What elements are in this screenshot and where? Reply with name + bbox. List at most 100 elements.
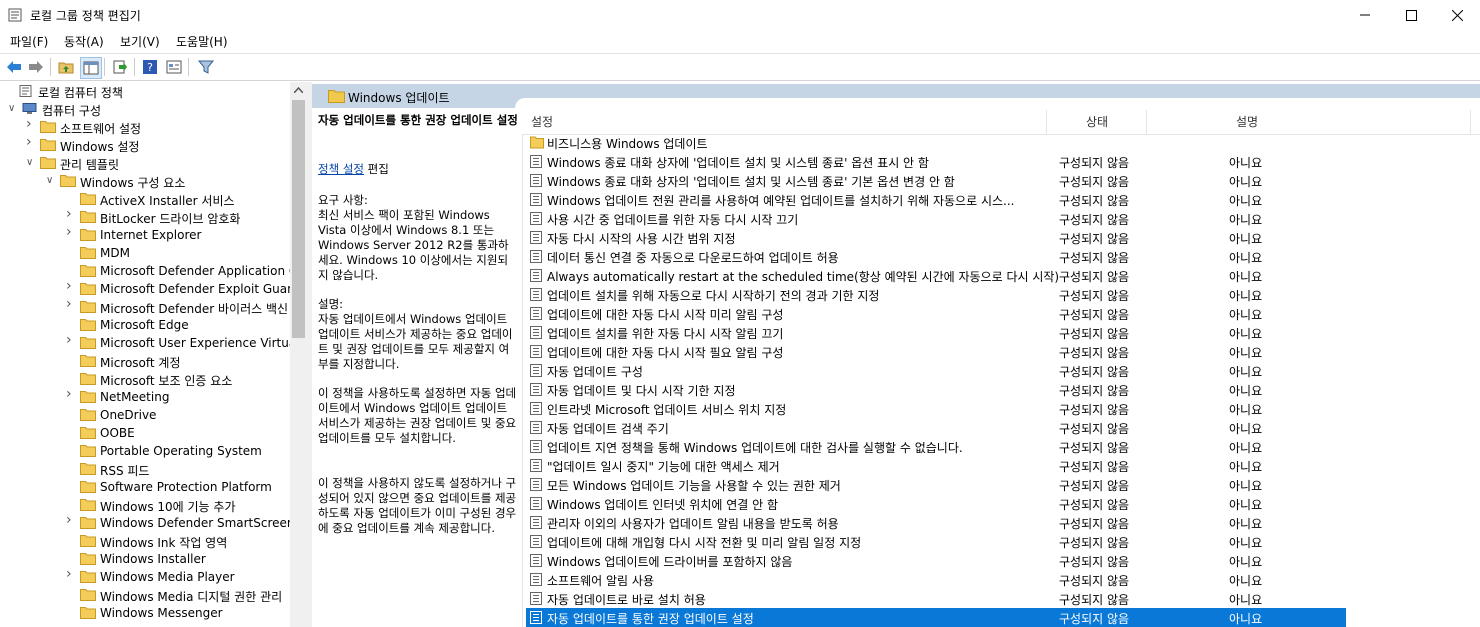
column-comment[interactable]: 설명 — [1236, 113, 1258, 130]
edit-policy-link[interactable]: 정책 설정 — [318, 162, 364, 176]
tree-item[interactable]: ∨ 관리 템플릿 — [0, 154, 290, 172]
policy-row[interactable]: Windows 종료 대화 상자의 '업데이트 설치 및 시스템 종료' 기본 … — [526, 171, 1346, 190]
policy-row[interactable]: Windows 업데이트 인터넷 위치에 연결 안 함 구성되지 않음 아니요 — [526, 494, 1346, 513]
folder-icon — [80, 229, 96, 241]
policy-row[interactable]: Windows 종료 대화 상자에 '업데이트 설치 및 시스템 종료' 옵션 … — [526, 152, 1346, 171]
folder-icon — [80, 517, 96, 529]
policy-row[interactable]: 업데이트 지연 정책을 통해 Windows 업데이트에 대한 검사를 실행할 … — [526, 437, 1346, 456]
column-setting[interactable]: 설정 — [531, 113, 553, 130]
tree-item[interactable]: › Microsoft Defender Exploit Guard — [0, 280, 290, 298]
tree-item[interactable]: › 소프트웨어 설정 — [0, 118, 290, 136]
chevron-down-icon[interactable]: ∨ — [8, 103, 18, 115]
filter-button[interactable] — [196, 57, 216, 77]
policy-row[interactable]: 자동 다시 시작의 사용 시간 범위 지정 구성되지 않음 아니요 — [526, 228, 1346, 247]
tree-item[interactable]: › NetMeeting — [0, 388, 290, 406]
tree-item[interactable]: OOBE — [0, 424, 290, 442]
policy-row[interactable]: 자동 업데이트 및 다시 시작 기한 지정 구성되지 않음 아니요 — [526, 380, 1346, 399]
policy-row[interactable]: 모든 Windows 업데이트 기능을 사용할 수 있는 권한 제거 구성되지 않… — [526, 475, 1346, 494]
policy-row[interactable]: 데이터 통신 연결 중 자동으로 다운로드하여 업데이트 허용 구성되지 않음 아니… — [526, 247, 1346, 266]
tree-item[interactable]: Windows Messenger — [0, 604, 290, 622]
chevron-right-icon[interactable]: › — [66, 514, 76, 527]
policy-comment: 아니요 — [1229, 422, 1263, 436]
tree-item[interactable]: ∨ Windows 구성 요소 — [0, 172, 290, 190]
policy-row[interactable]: Windows 업데이트에 드라이버를 포함하지 않음 구성되지 않음 아니요 — [526, 551, 1346, 570]
tree-item[interactable]: 로컬 컴퓨터 정책 — [0, 82, 290, 100]
policy-row[interactable]: 인트라넷 Microsoft 업데이트 서비스 위치 지정 구성되지 않음 아니요 — [526, 399, 1346, 418]
tree-item[interactable]: Software Protection Platform — [0, 478, 290, 496]
tree-item-label: NetMeeting — [100, 390, 170, 404]
chevron-right-icon[interactable]: › — [66, 208, 76, 221]
back-button[interactable] — [4, 57, 24, 77]
tree-item[interactable]: › Windows Defender SmartScreen — [0, 514, 290, 532]
policy-row[interactable]: Always automatically restart at the sche… — [526, 266, 1346, 285]
export-list-button[interactable] — [110, 57, 130, 77]
policy-setting-icon — [530, 554, 542, 567]
column-state[interactable]: 상태 — [1086, 113, 1108, 130]
tree-item[interactable]: Windows Ink 작업 영역 — [0, 532, 290, 550]
policy-comment: 아니요 — [1229, 270, 1263, 284]
tree-item[interactable]: Microsoft 보조 인증 요소 — [0, 370, 290, 388]
menu-action[interactable]: 동작(A) — [64, 33, 104, 50]
chevron-right-icon[interactable]: › — [26, 136, 36, 149]
chevron-right-icon[interactable]: › — [66, 280, 76, 293]
folder-icon — [530, 136, 544, 149]
close-button[interactable] — [1434, 0, 1480, 30]
tree-item[interactable]: Windows Installer — [0, 550, 290, 568]
chevron-right-icon[interactable]: › — [66, 388, 76, 401]
chevron-down-icon[interactable]: ∨ — [26, 157, 36, 169]
maximize-button[interactable] — [1388, 0, 1434, 30]
policy-setting-icon — [530, 383, 542, 396]
forward-button[interactable] — [26, 57, 46, 77]
policy-row[interactable]: 소프트웨어 알림 사용 구성되지 않음 아니요 — [526, 570, 1346, 589]
properties-view-button[interactable] — [164, 57, 184, 77]
tree-item[interactable]: › BitLocker 드라이브 암호화 — [0, 208, 290, 226]
tree-item[interactable]: › Windows 설정 — [0, 136, 290, 154]
tree-item[interactable]: OneDrive — [0, 406, 290, 424]
up-folder-button[interactable] — [56, 57, 76, 77]
list-folder-item[interactable]: 비즈니스용 Windows 업데이트 — [526, 133, 1346, 152]
tree-item[interactable]: Microsoft 계정 — [0, 352, 290, 370]
policy-row[interactable]: 업데이트 설치를 위한 자동 다시 시작 알림 끄기 구성되지 않음 아니요 — [526, 323, 1346, 342]
tree-item[interactable]: › Microsoft Defender 바이러스 백신 — [0, 298, 290, 316]
tree-item[interactable]: MDM — [0, 244, 290, 262]
tree-item[interactable]: › Microsoft User Experience Virtualiz — [0, 334, 290, 352]
tree-item[interactable]: Windows 10에 기능 추가 — [0, 496, 290, 514]
policy-row[interactable]: 업데이트 설치를 위해 자동으로 다시 시작하기 전의 경과 기한 지정 구성되지… — [526, 285, 1346, 304]
menu-help[interactable]: 도움말(H) — [176, 33, 228, 50]
tree-item[interactable]: Windows Media 디지털 권한 관리 — [0, 586, 290, 604]
menu-view[interactable]: 보기(V) — [120, 33, 160, 50]
tree-item[interactable]: Portable Operating System — [0, 442, 290, 460]
policy-row[interactable]: "업데이트 일시 중지" 기능에 대한 액세스 제거 구성되지 않음 아니요 — [526, 456, 1346, 475]
chevron-right-icon[interactable]: › — [66, 298, 76, 311]
chevron-down-icon[interactable]: ∨ — [46, 175, 56, 187]
tree-item[interactable]: ∨ 컴퓨터 구성 — [0, 100, 290, 118]
chevron-right-icon[interactable]: › — [66, 334, 76, 347]
help-button[interactable]: ? — [140, 57, 160, 77]
tree-item[interactable]: Microsoft Defender Application Gu — [0, 262, 290, 280]
tree-item[interactable]: RSS 피드 — [0, 460, 290, 478]
policy-row[interactable]: 자동 업데이트를 통한 권장 업데이트 설정 구성되지 않음 아니요 — [526, 608, 1346, 627]
policy-row[interactable]: Windows 업데이트 전원 관리를 사용하여 예약된 업데이트를 설치하기 … — [526, 190, 1346, 209]
policy-row[interactable]: 자동 업데이트 검색 주기 구성되지 않음 아니요 — [526, 418, 1346, 437]
show-tree-button[interactable] — [80, 57, 102, 79]
policy-row[interactable]: 업데이트에 대해 개입형 다시 시작 전환 및 미리 알림 일정 지정 구성되지 … — [526, 532, 1346, 551]
chevron-right-icon[interactable]: › — [66, 226, 76, 239]
tree-item[interactable]: Microsoft Edge — [0, 316, 290, 334]
minimize-button[interactable] — [1342, 0, 1388, 30]
menu-file[interactable]: 파일(F) — [10, 33, 48, 50]
policy-row[interactable]: 자동 업데이트 구성 구성되지 않음 아니요 — [526, 361, 1346, 380]
tree-scrollbar-thumb[interactable] — [292, 100, 305, 338]
policy-row[interactable]: 업데이트에 대한 자동 다시 시작 필요 알림 구성 구성되지 않음 아니요 — [526, 342, 1346, 361]
tree-item-label: Software Protection Platform — [100, 480, 272, 494]
tree-item[interactable]: ActiveX Installer 서비스 — [0, 190, 290, 208]
chevron-right-icon[interactable]: › — [66, 568, 76, 581]
tree-item[interactable]: › Internet Explorer — [0, 226, 290, 244]
policy-row[interactable]: 관리자 이외의 사용자가 업데이트 알림 내용을 받도록 허용 구성되지 않음 아니… — [526, 513, 1346, 532]
chevron-right-icon[interactable]: › — [26, 118, 36, 131]
policy-setting-icon — [530, 459, 542, 472]
policy-row[interactable]: 업데이트에 대한 자동 다시 시작 미리 알림 구성 구성되지 않음 아니요 — [526, 304, 1346, 323]
policy-row[interactable]: 사용 시간 중 업데이트를 위한 자동 다시 시작 끄기 구성되지 않음 아니요 — [526, 209, 1346, 228]
policy-row[interactable]: 자동 업데이트로 바로 설치 허용 구성되지 않음 아니요 — [526, 589, 1346, 608]
tree-item[interactable]: › Windows Media Player — [0, 568, 290, 586]
tree-item-label: Portable Operating System — [100, 444, 262, 458]
